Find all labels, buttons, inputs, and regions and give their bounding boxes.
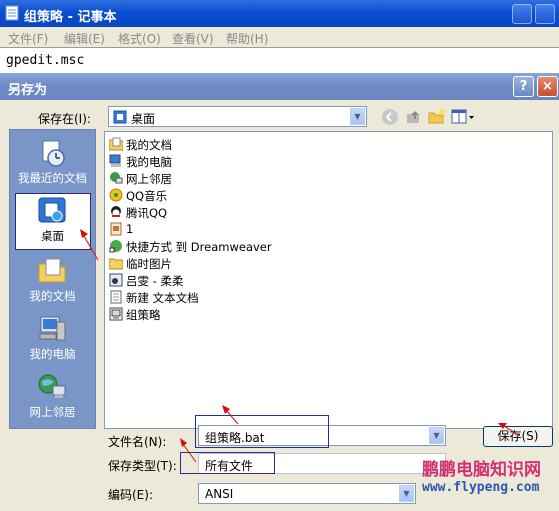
annotation-box: [195, 415, 329, 448]
menu-file[interactable]: 文件(F): [8, 30, 48, 47]
network-icon: [38, 374, 66, 398]
filename-label: 文件名(N):: [108, 435, 167, 449]
place-my-documents-label: 我的文档: [29, 289, 76, 303]
file-name: 临时图片: [126, 257, 172, 271]
batch-file-icon: [109, 307, 123, 321]
places-bar: 我最近的文档 桌面 我的文档 我的电脑 网上邻居: [9, 129, 96, 429]
folder-icon: [109, 258, 123, 270]
file-name: 1: [126, 222, 134, 236]
place-my-documents[interactable]: 我的文档: [10, 252, 95, 308]
save-in-dropdown[interactable]: 桌面 ▼: [108, 106, 367, 127]
place-network-label: 网上邻居: [29, 405, 76, 419]
qqmusic-icon: [109, 188, 123, 202]
place-my-computer[interactable]: 我的电脑: [10, 310, 95, 366]
save-button[interactable]: 保存(S): [483, 426, 553, 447]
file-name: 网上邻居: [126, 172, 172, 186]
encoding-dropdown[interactable]: ANSI ▼: [198, 483, 416, 504]
audio-file-icon: [109, 273, 123, 287]
encoding-value: ANSI: [205, 487, 234, 501]
minimize-button[interactable]: [512, 4, 532, 24]
place-desktop[interactable]: 桌面: [10, 192, 95, 250]
notepad-menubar: 文件(F) 编辑(E) 格式(O) 查看(V) 帮助(H): [0, 27, 559, 47]
dialog-title-bar: 另存为 ? ×: [0, 73, 559, 100]
menu-view[interactable]: 查看(V): [172, 30, 214, 47]
watermark: 鹏鹏电脑知识网 www.flypeng.com: [422, 455, 541, 495]
my-computer-icon: [39, 316, 66, 341]
annotation-box: [180, 452, 275, 474]
file-name: 快捷方式 到 Dreamweaver: [126, 240, 272, 254]
dreamweaver-shortcut-icon: [109, 240, 122, 253]
documents-folder-icon: [109, 137, 123, 151]
save-as-dialog: 另存为 ? × 保存在(I): 桌面 ▼ 我最近的文档 桌面 我的文档 我的电脑…: [0, 73, 559, 511]
file-list[interactable]: 我的文档 我的电脑 网上邻居 QQ音乐 腾讯QQ 1 快捷方式 到 Dreamw…: [104, 131, 553, 429]
file-icon: [110, 222, 122, 236]
new-folder-icon[interactable]: [428, 108, 446, 126]
qq-icon: [111, 206, 121, 217]
desktop-icon: [113, 110, 127, 124]
notepad-content: gpedit.msc: [6, 53, 85, 68]
menu-help[interactable]: 帮助(H): [226, 30, 268, 47]
watermark-line1: 鹏鹏电脑知识网: [422, 460, 541, 480]
notepad-title-bar: 组策略 - 记事本: [0, 0, 559, 27]
close-button[interactable]: ×: [537, 76, 558, 97]
save-in-value: 桌面: [131, 112, 156, 126]
help-button[interactable]: ?: [513, 76, 534, 97]
notepad-icon: [5, 5, 19, 21]
place-recent-label: 我最近的文档: [18, 171, 87, 185]
chevron-down-icon: ▼: [350, 108, 365, 125]
file-name: QQ音乐: [126, 189, 168, 203]
chevron-down-icon: ▼: [399, 485, 414, 502]
place-network[interactable]: 网上邻居: [10, 368, 95, 424]
back-icon[interactable]: [381, 108, 399, 126]
file-name: 我的电脑: [126, 155, 172, 169]
file-name: 组策略: [126, 308, 161, 322]
file-name: 吕雯 - 柔柔: [126, 274, 184, 288]
maximize-button[interactable]: [535, 4, 555, 24]
notepad-title: 组策略 - 记事本: [24, 10, 117, 25]
file-name: 新建 文本文档: [126, 291, 199, 305]
menu-format[interactable]: 格式(O): [118, 30, 161, 47]
chevron-down-icon: ▼: [429, 427, 444, 444]
network-icon: [110, 172, 123, 184]
watermark-line2: www.flypeng.com: [422, 480, 540, 495]
place-desktop-label: 桌面: [41, 229, 64, 243]
dialog-title: 另存为: [8, 83, 48, 98]
place-recent[interactable]: 我最近的文档: [10, 134, 95, 190]
views-menu-icon[interactable]: [451, 108, 475, 126]
text-file-icon: [110, 290, 122, 304]
recent-documents-icon: [42, 140, 65, 167]
my-documents-icon: [38, 258, 66, 283]
file-name: 我的文档: [126, 138, 172, 152]
filetype-label: 保存类型(T):: [108, 459, 177, 473]
save-in-label: 保存在(I):: [38, 112, 91, 126]
desktop-icon: [38, 197, 66, 223]
encoding-label: 编码(E):: [108, 488, 153, 502]
file-name: 腾讯QQ: [126, 206, 168, 220]
place-my-computer-label: 我的电脑: [29, 347, 76, 361]
menu-edit[interactable]: 编辑(E): [64, 30, 105, 47]
computer-icon: [109, 154, 121, 167]
notepad-text-area[interactable]: gpedit.msc: [0, 47, 559, 74]
up-folder-icon[interactable]: [405, 108, 423, 126]
